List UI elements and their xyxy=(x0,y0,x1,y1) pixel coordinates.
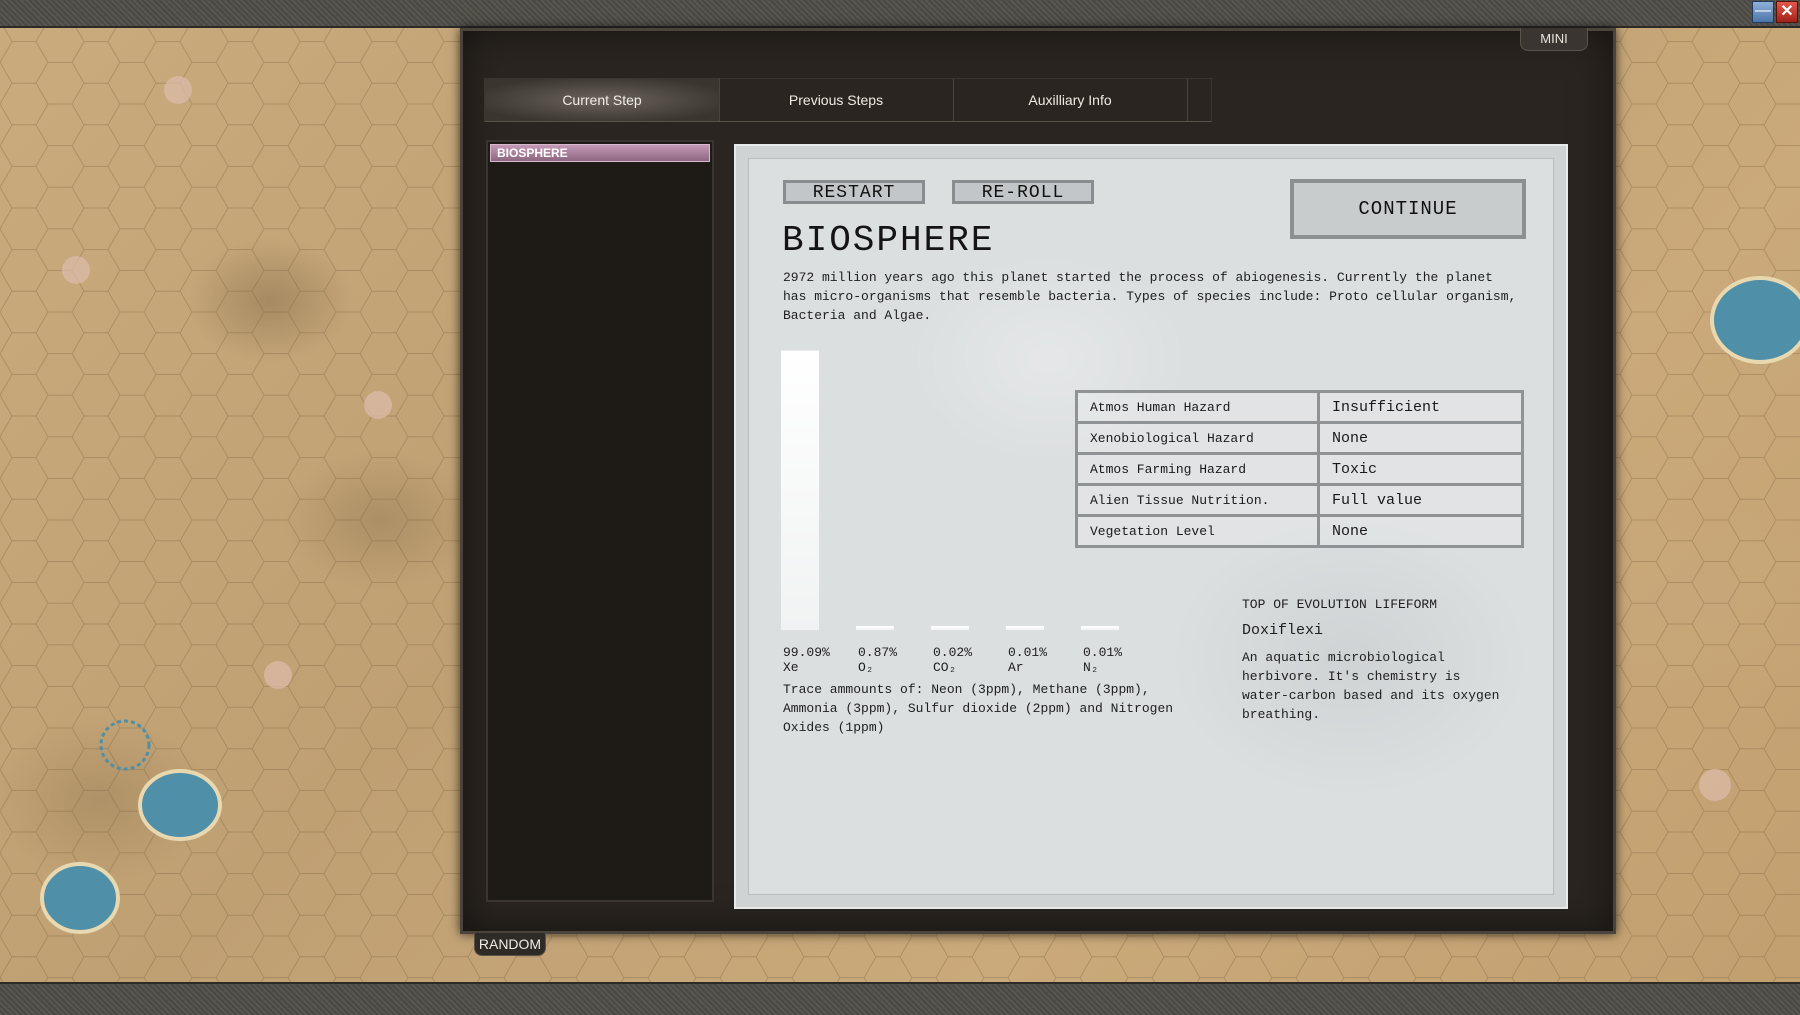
step-list: BIOSPHERE xyxy=(486,140,714,902)
gas-category-label: CO₂ xyxy=(933,660,956,675)
gas-value-label: 0.01% xyxy=(1083,645,1122,660)
step-tabs: Current Step Previous Steps Auxilliary I… xyxy=(484,78,1212,122)
close-button[interactable]: ✕ xyxy=(1776,1,1798,23)
hazard-value: Insufficient xyxy=(1317,390,1524,424)
bottom-bar xyxy=(0,982,1800,1015)
gas-value-label: 0.02% xyxy=(933,645,972,660)
gas-category-label: O₂ xyxy=(858,660,874,675)
tab-auxilliary-info[interactable]: Auxilliary Info xyxy=(953,79,1188,121)
gas-value-label: 0.01% xyxy=(1008,645,1047,660)
hazard-value: Full value xyxy=(1317,483,1524,517)
hazard-label: Atmos Farming Hazard xyxy=(1075,452,1320,486)
lifeform-heading: TOP OF EVOLUTION LIFEFORM xyxy=(1242,597,1438,612)
tab-previous-steps[interactable]: Previous Steps xyxy=(719,79,954,121)
gas-value-label: 0.87% xyxy=(858,645,897,660)
table-row: Atmos Human Hazard Insufficient xyxy=(1075,390,1524,424)
trace-gases-text: Trace ammounts of: Neon (3ppm), Methane … xyxy=(783,682,1174,735)
table-row: Atmos Farming Hazard Toxic xyxy=(1075,452,1524,486)
hazard-label: Atmos Human Hazard xyxy=(1075,390,1320,424)
hazard-label: Alien Tissue Nutrition. xyxy=(1075,483,1320,517)
mini-button[interactable]: MINI xyxy=(1520,28,1588,51)
lifeform-name: Doxiflexi xyxy=(1242,622,1324,639)
hazard-label: Vegetation Level xyxy=(1075,514,1320,548)
reroll-button[interactable]: RE-ROLL xyxy=(952,180,1094,204)
gas-category-label: N₂ xyxy=(1083,660,1099,675)
biosphere-description: 2972 million years ago this planet start… xyxy=(783,270,1517,323)
lake xyxy=(40,862,120,934)
step-item-biosphere[interactable]: BIOSPHERE xyxy=(490,144,710,162)
gas-bar-O₂ xyxy=(856,626,894,630)
page-title: BIOSPHERE xyxy=(782,220,995,261)
restart-button[interactable]: RESTART xyxy=(783,180,925,204)
lake xyxy=(1710,276,1800,364)
hazard-value: Toxic xyxy=(1317,452,1524,486)
hazard-table: Atmos Human Hazard Insufficient Xenobiol… xyxy=(1075,390,1524,548)
gas-category-label: Ar xyxy=(1008,660,1024,675)
gas-category-label: Xe xyxy=(783,660,799,675)
gas-value-label: 99.09% xyxy=(783,645,830,660)
hazard-value: None xyxy=(1317,514,1524,548)
random-button[interactable]: RANDOM xyxy=(474,933,546,956)
gas-bar-CO₂ xyxy=(931,626,969,630)
gas-bar-Xe xyxy=(781,350,819,630)
table-row: Vegetation Level None xyxy=(1075,514,1524,548)
lake xyxy=(138,769,222,841)
gas-bar-Ar xyxy=(1006,626,1044,630)
lifeform-description: An aquatic microbiological herbivore. It… xyxy=(1242,650,1500,722)
minimize-button[interactable]: — xyxy=(1752,1,1774,23)
table-row: Alien Tissue Nutrition. Full value xyxy=(1075,483,1524,517)
continue-button[interactable]: CONTINUE xyxy=(1290,179,1526,239)
table-row: Xenobiological Hazard None xyxy=(1075,421,1524,455)
gas-bar-N₂ xyxy=(1081,626,1119,630)
hazard-label: Xenobiological Hazard xyxy=(1075,421,1320,455)
tab-current-step[interactable]: Current Step xyxy=(485,79,720,121)
hazard-value: None xyxy=(1317,421,1524,455)
window-title-bar: — ✕ xyxy=(0,0,1800,28)
